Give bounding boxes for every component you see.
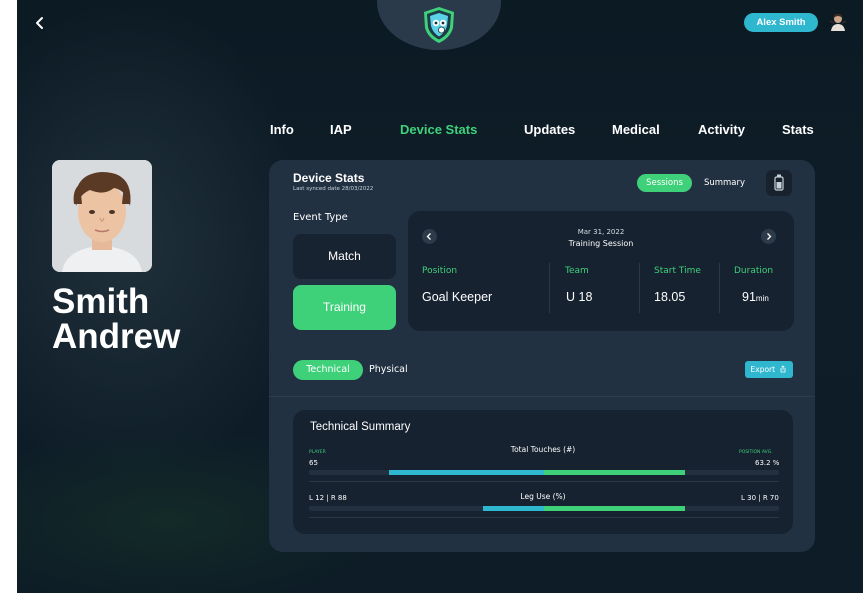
tab-device-stats[interactable]: Device Stats (400, 122, 477, 137)
app-frame: Alex Smith Info IAP Device Stats Updates… (17, 0, 863, 593)
position-label: Position (422, 266, 458, 276)
metric-bar-track (309, 470, 779, 475)
team-label: Team (565, 266, 589, 276)
device-button[interactable] (766, 170, 792, 196)
tab-activity[interactable]: Activity (698, 122, 745, 137)
panel-title: Device Stats (293, 171, 365, 185)
panel-divider (269, 396, 815, 397)
event-training-button[interactable]: Training (293, 285, 396, 330)
row-divider (309, 481, 779, 482)
column-divider (719, 263, 720, 313)
tab-iap[interactable]: IAP (330, 122, 352, 137)
row-divider (309, 517, 779, 518)
player-bar (388, 470, 544, 475)
technical-summary-card: Technical Summary PLAYER POSITION AVG. T… (293, 410, 793, 534)
duration-value: 91min (742, 290, 769, 304)
next-session-button[interactable] (761, 229, 776, 244)
tab-updates[interactable]: Updates (524, 122, 575, 137)
export-label: Export (750, 365, 776, 374)
position-avg-bar (544, 506, 685, 511)
team-value: U 18 (566, 290, 593, 304)
event-match-button[interactable]: Match (293, 234, 396, 279)
technical-tab[interactable]: Technical (293, 360, 363, 380)
tab-medical[interactable]: Medical (612, 122, 660, 137)
back-chevron-icon[interactable] (31, 14, 49, 32)
phone-device-icon (774, 174, 784, 191)
duration-number: 91 (742, 290, 756, 304)
metric-label: Total Touches (#) (510, 445, 576, 454)
session-type: Training Session (568, 239, 634, 248)
column-divider (639, 263, 640, 313)
user-name-button[interactable]: Alex Smith (744, 13, 818, 32)
session-card: Mar 31, 2022 Training Session Position G… (408, 211, 794, 331)
player-bar (482, 506, 544, 511)
start-time-label: Start Time (654, 266, 701, 276)
sessions-toggle[interactable]: Sessions (637, 174, 692, 192)
duration-label: Duration (734, 266, 774, 276)
event-type-label: Event Type (293, 212, 348, 223)
position-avg-bar (544, 470, 685, 475)
column-divider (549, 263, 550, 313)
metric-player-value: L 12 | R 88 (309, 494, 347, 502)
duration-unit: min (755, 294, 769, 303)
position-value: Goal Keeper (422, 290, 493, 304)
metric-player-value: 65 (309, 459, 318, 467)
summary-title: Technical Summary (310, 421, 411, 433)
tab-info[interactable]: Info (270, 122, 294, 137)
export-button[interactable]: Export (745, 361, 793, 378)
metric-avg-value: 63.2 % (755, 459, 780, 467)
chevron-right-icon (767, 233, 772, 240)
export-icon (781, 365, 786, 373)
device-stats-panel: Device Stats Last synced date 28/03/2022… (269, 160, 815, 552)
start-time-value: 18.05 (654, 290, 686, 304)
player-first-name: Andrew (52, 317, 181, 356)
physical-tab[interactable]: Physical (369, 360, 408, 380)
player-photo (52, 160, 152, 272)
team-crest-logo (424, 7, 454, 43)
tab-stats[interactable]: Stats (782, 122, 814, 137)
metric-avg-value: L 30 | R 70 (741, 494, 779, 502)
last-synced-text: Last synced date 28/03/2022 (293, 186, 374, 192)
player-name: Smith Andrew (52, 284, 180, 354)
player-last-name: Smith (52, 282, 150, 321)
user-avatar-icon[interactable] (828, 12, 848, 32)
metric-label: Leg Use (%) (520, 492, 566, 501)
session-date: Mar 31, 2022 (577, 228, 625, 236)
summary-toggle[interactable]: Summary (697, 174, 752, 192)
metric-bar-track (309, 506, 779, 511)
